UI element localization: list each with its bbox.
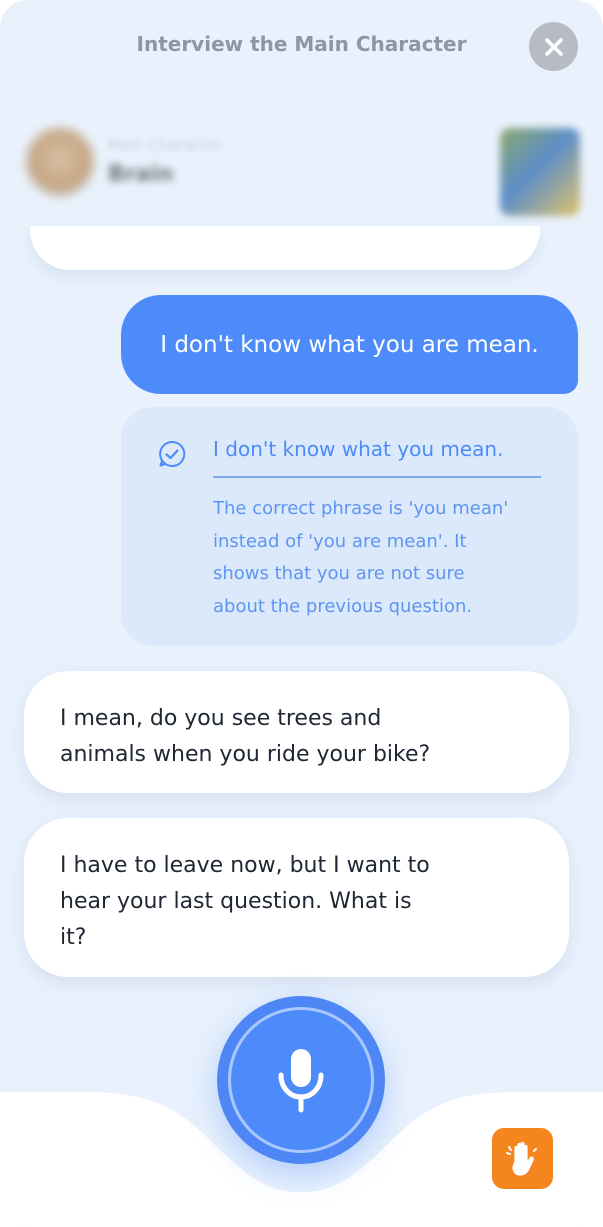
character-name: Brain xyxy=(108,162,174,187)
microphone-button-inner xyxy=(228,1007,374,1153)
close-button[interactable] xyxy=(529,22,578,71)
message-line: hear your last question. What is xyxy=(60,889,412,914)
bot-message-bubble: I have to leave now, but I want to hear … xyxy=(24,818,569,977)
user-message-bubble: I don't know what you are mean. xyxy=(121,295,578,394)
explanation-line: shows that you are not sure xyxy=(213,563,465,584)
correction-explanation: The correct phrase is 'you mean' instead… xyxy=(213,493,558,623)
message-line: animals when you ride your bike? xyxy=(60,742,431,767)
page-title: Interview the Main Character xyxy=(136,32,467,56)
raise-hand-icon xyxy=(505,1141,537,1176)
corrected-sentence: I don't know what you mean. xyxy=(213,437,504,461)
microphone-icon xyxy=(278,1049,324,1113)
message-line: it? xyxy=(60,925,87,950)
book-cover-thumbnail xyxy=(500,128,580,216)
check-circle-icon xyxy=(159,440,186,467)
message-line: I mean, do you see trees and xyxy=(60,706,382,731)
explanation-line: The correct phrase is 'you mean' xyxy=(213,498,509,519)
raise-hand-button[interactable] xyxy=(492,1128,553,1189)
message-line: I have to leave now, but I want to xyxy=(60,853,430,878)
interview-screen: Interview the Main Character Main Charac… xyxy=(0,0,603,1227)
character-role: Main Character xyxy=(108,136,223,154)
bot-message-bubble: I mean, do you see trees and animals whe… xyxy=(24,671,569,793)
divider xyxy=(213,476,541,478)
avatar xyxy=(26,128,94,196)
correction-card: I don't know what you mean. The correct … xyxy=(121,407,578,646)
microphone-button[interactable] xyxy=(217,996,385,1164)
close-icon xyxy=(544,37,563,56)
explanation-line: instead of 'you are mean'. It xyxy=(213,530,467,552)
previous-message-bubble xyxy=(30,226,540,270)
user-message-text: I don't know what you are mean. xyxy=(160,331,539,358)
explanation-line: about the previous question. xyxy=(213,595,473,617)
